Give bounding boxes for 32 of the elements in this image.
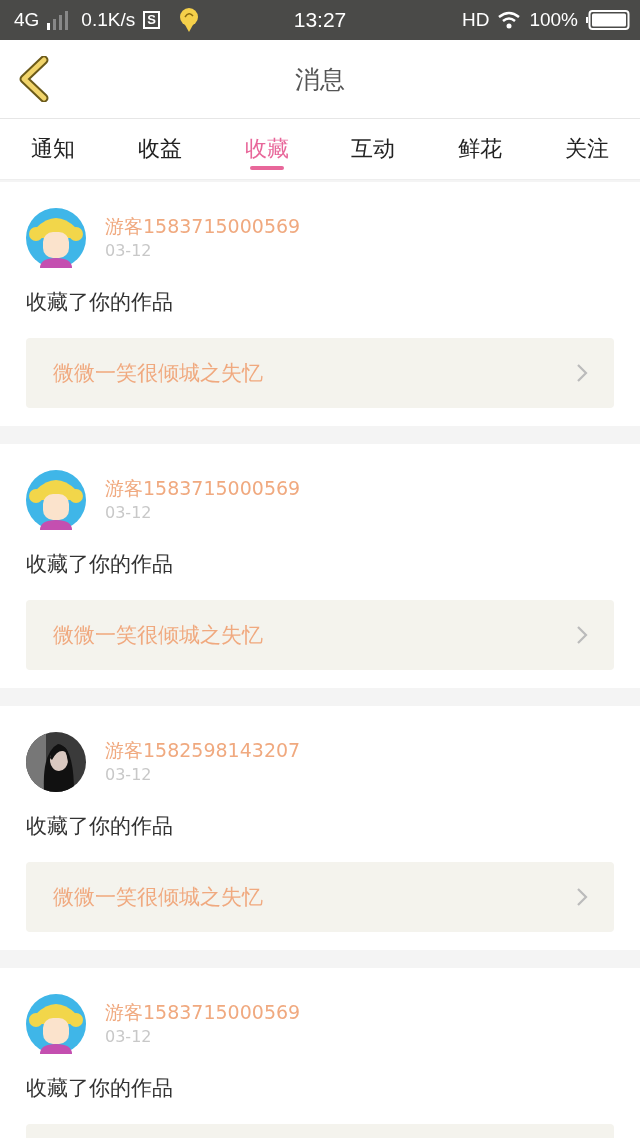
user-name[interactable]: 游客1583715000569 [105, 214, 301, 238]
tab[interactable]: 关注 [533, 119, 640, 179]
avatar-icon [26, 994, 86, 1054]
screenshot-icon: S [143, 11, 160, 29]
network-speed: 0.1K/s [81, 9, 136, 31]
user-name[interactable]: 游客1583715000569 [105, 476, 301, 500]
avatar-icon [26, 208, 86, 268]
message-text: 收藏了你的作品 [26, 813, 174, 840]
battery-icon [586, 10, 630, 30]
work-link[interactable]: 微微一笑很倾城之失忆 [26, 338, 614, 408]
tab[interactable]: 收益 [106, 119, 214, 179]
message-text: 收藏了你的作品 [26, 289, 174, 316]
user-name[interactable]: 游客1582598143207 [105, 738, 301, 762]
message-text: 收藏了你的作品 [26, 1075, 174, 1102]
tab[interactable]: 互动 [320, 119, 427, 179]
message-text: 收藏了你的作品 [26, 551, 174, 578]
chevron-right-icon [576, 625, 588, 645]
wifi-icon [497, 11, 522, 29]
user-name[interactable]: 游客1583715000569 [105, 1000, 301, 1024]
tab[interactable]: 收藏 [213, 119, 320, 179]
work-link[interactable]: 微微一笑很倾城之失忆 [26, 862, 614, 932]
chevron-right-icon [576, 363, 588, 383]
clock: 13:27 [293, 8, 347, 32]
work-link[interactable]: 微微一笑很倾城之失忆 [26, 600, 614, 670]
network-type: 4G [14, 9, 40, 31]
hd-indicator: HD [461, 9, 490, 31]
tab[interactable]: 鲜花 [426, 119, 534, 179]
battery-percent: 100% [529, 9, 578, 31]
tab[interactable]: 通知 [0, 119, 107, 179]
chevron-right-icon [576, 887, 588, 907]
avatar-icon [26, 470, 86, 530]
page-title: 消息 [295, 63, 345, 96]
